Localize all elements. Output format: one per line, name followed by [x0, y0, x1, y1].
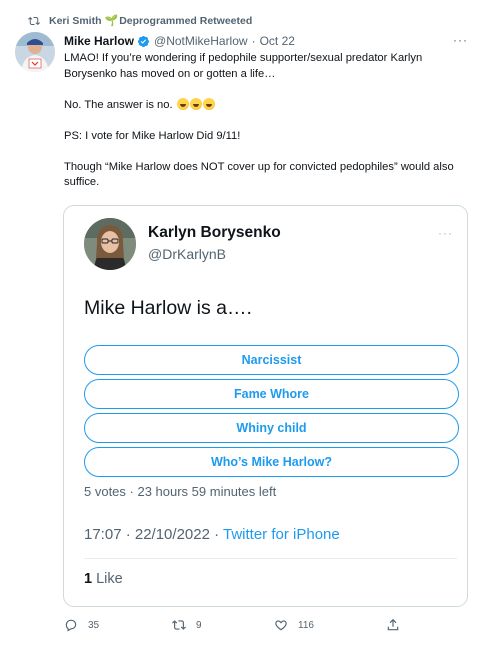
heart-icon — [275, 620, 287, 631]
poll-option-narcissist[interactable]: Narcissist — [84, 345, 459, 375]
quoted-timestamp: 17:07 · 22/10/2022 · Twitter for iPhone — [84, 526, 340, 543]
quoted-likes[interactable]: 1 Like — [84, 571, 123, 587]
quoted-author-name[interactable]: Karlyn Borysenko — [148, 224, 281, 242]
retweet-icon — [28, 16, 40, 25]
poll-meta: 5 votes · 23 hours 59 minutes left — [84, 484, 277, 499]
retweet-count: 9 — [196, 619, 202, 631]
retweet-icon — [172, 620, 186, 630]
reply-button[interactable]: 35 — [64, 618, 99, 632]
tweet-header: Mike Harlow @NotMikeHarlow · Oct 22 — [64, 34, 464, 48]
retweet-button[interactable]: 9 — [172, 618, 202, 632]
tweet-paragraph: Though “Mike Harlow does NOT cover up fo… — [64, 160, 454, 189]
tweet-date[interactable]: Oct 22 — [260, 34, 295, 48]
verified-badge-icon — [137, 35, 150, 47]
tweet-text: LMAO! If you’re wondering if pedophile s… — [64, 51, 466, 206]
tweet-action-bar: 35 9 116 — [64, 618, 414, 636]
rofl-emoji-icon — [202, 97, 215, 110]
poll-option-whos-mike-harlow[interactable]: Who’s Mike Harlow? — [84, 447, 459, 477]
tweet-paragraph: PS: I vote for Mike Harlow Did 9/11! — [64, 129, 241, 142]
tweet-paragraph: No. The answer is no. — [64, 97, 466, 114]
rofl-emoji-icon — [189, 97, 202, 110]
more-options-icon[interactable]: ··· — [453, 33, 468, 47]
quoted-more-options-icon[interactable]: ··· — [438, 226, 453, 240]
reply-count: 35 — [88, 619, 100, 631]
poll-option-fame-whore[interactable]: Fame Whore — [84, 379, 459, 409]
like-button[interactable]: 116 — [274, 618, 314, 632]
share-button[interactable] — [386, 618, 410, 632]
tweet-paragraph: LMAO! If you’re wondering if pedophile s… — [64, 52, 423, 80]
quoted-tweet-card[interactable]: Karlyn Borysenko @DrKarlynB ··· Mike Har… — [63, 205, 468, 607]
author-name[interactable]: Mike Harlow — [64, 34, 134, 48]
retweet-suffix: Deprogrammed Retweeted — [119, 14, 253, 27]
retweeter-name[interactable]: Keri Smith — [49, 15, 102, 27]
quoted-author-handle[interactable]: @DrKarlynB — [148, 246, 226, 262]
quoted-avatar[interactable] — [84, 218, 136, 270]
retweet-context: Keri Smith 🌱 Deprogrammed Retweeted — [28, 14, 252, 27]
rofl-emoji-icon — [176, 97, 189, 110]
separator-dot: · — [251, 34, 256, 48]
avatar[interactable] — [15, 32, 55, 72]
quoted-likes-label: Like — [92, 571, 123, 587]
quoted-likes-count: 1 — [84, 571, 93, 587]
quoted-source-link[interactable]: Twitter for iPhone — [223, 526, 340, 543]
divider — [84, 558, 457, 559]
poll-question: Mike Harlow is a…. — [84, 297, 252, 319]
sprout-icon: 🌱 — [104, 15, 119, 27]
share-icon — [387, 618, 399, 631]
reply-icon — [65, 619, 77, 632]
author-handle[interactable]: @NotMikeHarlow — [154, 34, 248, 48]
like-count: 116 — [298, 619, 314, 631]
quoted-time[interactable]: 17:07 · 22/10/2022 · — [84, 526, 223, 543]
poll-option-whiny-child[interactable]: Whiny child — [84, 413, 459, 443]
